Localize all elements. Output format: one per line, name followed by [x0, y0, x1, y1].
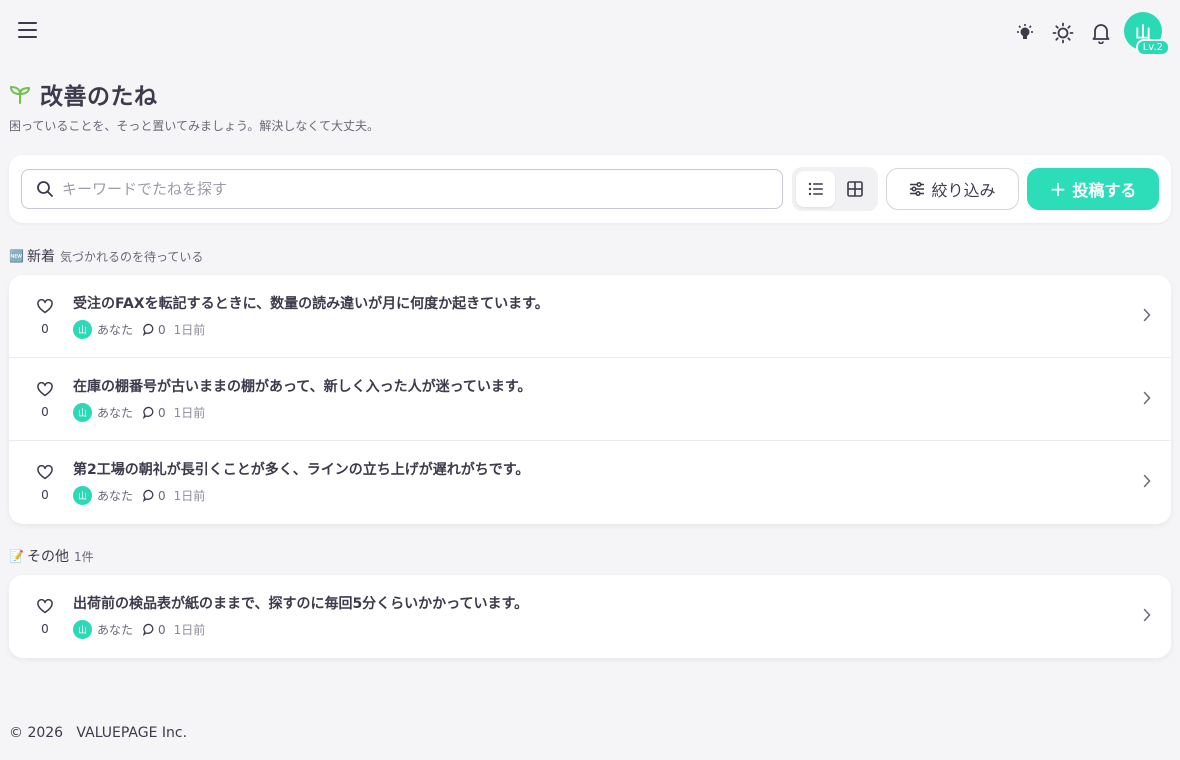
like-button[interactable]: 0 [33, 381, 57, 419]
comment-count-wrap: 0 [143, 406, 166, 420]
grid-icon [846, 181, 863, 197]
comment-count: 0 [158, 405, 166, 420]
section-count: 1件 [73, 549, 94, 564]
post-title: 受注のFAXを転記するときに、数量の読み違いが月に何度か起きています。 [73, 296, 549, 312]
post-row[interactable]: 0 受注のFAXを転記するときに、数量の読み違いが月に何度か起きています。 山 … [9, 275, 1171, 358]
list-view-button[interactable] [796, 171, 835, 207]
top-actions: 山 Lv.2 [1002, 12, 1170, 56]
post-label: 投稿する [1072, 181, 1137, 200]
post-meta: 山 あなた 0 1日前 [73, 320, 205, 339]
grid-view-button[interactable] [835, 171, 874, 207]
post-time: 1日前 [173, 323, 206, 337]
author-name: あなた [97, 323, 134, 337]
post-meta: 山 あなた 0 1日前 [73, 620, 205, 639]
post-time: 1日前 [173, 623, 206, 637]
search-box [21, 169, 783, 209]
search-input[interactable] [62, 180, 762, 198]
level-badge: Lv.2 [1135, 39, 1170, 56]
toolbar: 絞り込み + 投稿する [9, 155, 1171, 223]
memo-icon: 📝 [9, 549, 24, 563]
like-count: 0 [41, 322, 49, 336]
section-title: 新着 [26, 249, 55, 265]
page-subtitle: 困っていることを、そっと置いてみましょう。解決しなくて大丈夫。 [9, 119, 379, 133]
comment-count-wrap: 0 [143, 323, 166, 337]
top-bar: 山 Lv.2 [0, 0, 1180, 62]
sliders-icon [910, 182, 925, 196]
new-badge-icon: 🆕 [9, 249, 24, 263]
post-time: 1日前 [173, 406, 206, 420]
page-title: 改善のたね [40, 84, 158, 110]
post-title: 在庫の棚番号が古いままの棚があって、新しく入った人が迷っています。 [73, 379, 532, 395]
page-header: 改善のたね [9, 77, 158, 111]
menu-icon[interactable] [17, 20, 39, 40]
post-meta: 山 あなた 0 1日前 [73, 403, 205, 422]
avatar: 山 [73, 620, 92, 639]
like-button[interactable]: 0 [33, 464, 57, 502]
comment-count: 0 [158, 622, 166, 637]
comment-count: 0 [158, 488, 166, 503]
author-name: あなた [97, 623, 134, 637]
chevron-right-icon [1143, 391, 1151, 405]
list-icon [808, 182, 823, 196]
view-toggle [792, 167, 878, 211]
like-count: 0 [41, 405, 49, 419]
post-row[interactable]: 0 第2工場の朝礼が長引くことが多く、ラインの立ち上げが遅れがちです。 山 あな… [9, 441, 1171, 524]
like-button[interactable]: 0 [33, 298, 57, 336]
post-meta: 山 あなた 0 1日前 [73, 486, 205, 505]
comment-icon [143, 406, 154, 419]
post-title: 出荷前の検品表が紙のままで、探すのに毎回5分くらいかかっています。 [73, 596, 529, 612]
heart-icon [37, 298, 53, 314]
sun-icon[interactable] [1048, 13, 1078, 53]
sprout-icon [10, 86, 30, 104]
chevron-right-icon [1143, 608, 1151, 622]
post-list-new: 0 受注のFAXを転記するときに、数量の読み違いが月に何度か起きています。 山 … [9, 275, 1171, 524]
section-header-other: 📝 その他 1件 [9, 546, 94, 566]
author-name: あなた [97, 406, 134, 420]
section-title: その他 [26, 549, 69, 565]
chevron-right-icon [1143, 308, 1151, 322]
like-button[interactable]: 0 [33, 598, 57, 636]
plus-icon: + [1049, 177, 1067, 201]
comment-count: 0 [158, 322, 166, 337]
user-avatar[interactable]: 山 Lv.2 [1124, 12, 1170, 56]
post-time: 1日前 [173, 489, 206, 503]
section-subtitle: 気づかれるのを待っている [59, 249, 204, 264]
avatar: 山 [73, 486, 92, 505]
post-title: 第2工場の朝礼が長引くことが多く、ラインの立ち上げが遅れがちです。 [73, 462, 530, 478]
post-row[interactable]: 0 在庫の棚番号が古いままの棚があって、新しく入った人が迷っています。 山 あな… [9, 358, 1171, 441]
comment-count-wrap: 0 [143, 623, 166, 637]
post-button[interactable]: + 投稿する [1027, 168, 1159, 210]
comment-icon [143, 323, 154, 336]
avatar: 山 [73, 403, 92, 422]
filter-button[interactable]: 絞り込み [886, 168, 1019, 210]
comment-icon [143, 623, 154, 636]
like-count: 0 [41, 488, 49, 502]
footer-copyright: © 2026 VALUEPAGE Inc. [9, 725, 188, 741]
avatar: 山 [73, 320, 92, 339]
like-count: 0 [41, 622, 49, 636]
search-icon [37, 181, 53, 197]
post-list-other: 0 出荷前の検品表が紙のままで、探すのに毎回5分くらいかかっています。 山 あな… [9, 575, 1171, 658]
heart-icon [37, 598, 53, 614]
comment-count-wrap: 0 [143, 489, 166, 503]
author-name: あなた [97, 489, 134, 503]
filter-label: 絞り込み [931, 181, 996, 200]
post-row[interactable]: 0 出荷前の検品表が紙のままで、探すのに毎回5分くらいかかっています。 山 あな… [9, 575, 1171, 658]
lightbulb-icon[interactable] [1010, 13, 1040, 53]
section-header-new: 🆕 新着 気づかれるのを待っている [9, 246, 203, 266]
heart-icon [37, 464, 53, 480]
chevron-right-icon [1143, 474, 1151, 488]
heart-icon [37, 381, 53, 397]
bell-icon[interactable] [1086, 13, 1116, 53]
comment-icon [143, 489, 154, 502]
